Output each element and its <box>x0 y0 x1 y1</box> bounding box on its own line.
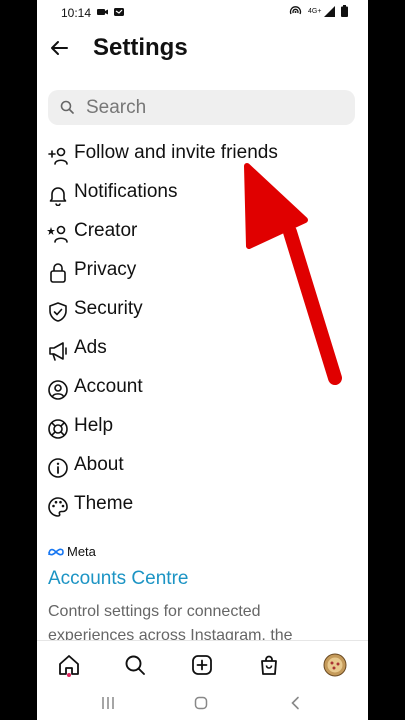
menu-item-label: Privacy <box>74 259 137 280</box>
home-system-icon[interactable] <box>194 696 208 710</box>
video-icon <box>97 9 108 15</box>
menu-item-follow-invite[interactable]: Follow and invite friends <box>37 135 368 173</box>
account-icon <box>48 380 68 400</box>
menu-item-account[interactable]: Account <box>37 369 368 407</box>
menu-item-label: Follow and invite friends <box>74 142 278 163</box>
system-navigation-bar <box>37 688 368 720</box>
menu-item-ads[interactable]: Ads <box>37 330 368 368</box>
message-icon <box>114 8 124 16</box>
network-label: 4G+ <box>308 7 322 15</box>
menu-item-privacy[interactable]: Privacy <box>37 252 368 290</box>
search-icon <box>60 100 74 114</box>
add-person-icon <box>48 147 68 165</box>
search-placeholder: Search <box>86 97 147 118</box>
status-time: 10:14 <box>61 6 92 20</box>
menu-item-theme[interactable]: Theme <box>37 486 368 524</box>
menu-item-label: Account <box>74 376 143 397</box>
meta-label: Meta <box>67 544 96 559</box>
menu-item-label: Theme <box>74 493 134 514</box>
shield-icon <box>49 302 67 322</box>
menu-item-label: Ads <box>74 337 107 358</box>
info-icon <box>48 458 68 478</box>
accounts-centre-link[interactable]: Accounts Centre <box>48 568 188 590</box>
back-arrow-icon[interactable] <box>47 36 71 60</box>
battery-icon <box>341 5 348 17</box>
menu-item-label: About <box>74 454 124 475</box>
back-system-icon[interactable] <box>289 696 303 710</box>
home-active-dot <box>67 673 71 677</box>
shop-icon[interactable] <box>257 653 281 677</box>
palette-icon <box>48 497 68 517</box>
menu-item-label: Creator <box>74 220 138 241</box>
menu-item-help[interactable]: Help <box>37 408 368 446</box>
megaphone-icon <box>49 342 67 361</box>
creator-icon <box>47 225 68 243</box>
menu-item-notifications[interactable]: Notifications <box>37 174 368 212</box>
lifebuoy-icon <box>48 419 68 439</box>
menu-item-security[interactable]: Security <box>37 291 368 329</box>
profile-avatar[interactable] <box>323 653 347 677</box>
header: Settings <box>37 28 368 68</box>
status-bar: 10:14 4G+ <box>37 0 368 26</box>
meta-brand: Meta <box>48 544 96 559</box>
menu-item-creator[interactable]: Creator <box>37 213 368 251</box>
menu-item-label: Notifications <box>74 181 178 202</box>
lock-icon <box>50 263 66 283</box>
menu-item-label: Help <box>74 415 114 436</box>
search-nav-icon[interactable] <box>123 653 147 677</box>
screen: 10:14 4G+ Settings Search Follow and inv… <box>37 0 368 720</box>
menu-item-label: Security <box>74 298 143 319</box>
page-title: Settings <box>93 34 188 61</box>
bell-icon <box>49 187 67 206</box>
meta-logo-icon <box>48 548 64 555</box>
recents-icon[interactable] <box>101 696 115 710</box>
hotspot-icon <box>289 6 302 15</box>
new-post-icon[interactable] <box>190 653 214 677</box>
search-input[interactable]: Search <box>48 90 355 125</box>
menu-item-about[interactable]: About <box>37 447 368 485</box>
bottom-navigation <box>37 640 368 689</box>
signal-icon <box>324 5 335 17</box>
